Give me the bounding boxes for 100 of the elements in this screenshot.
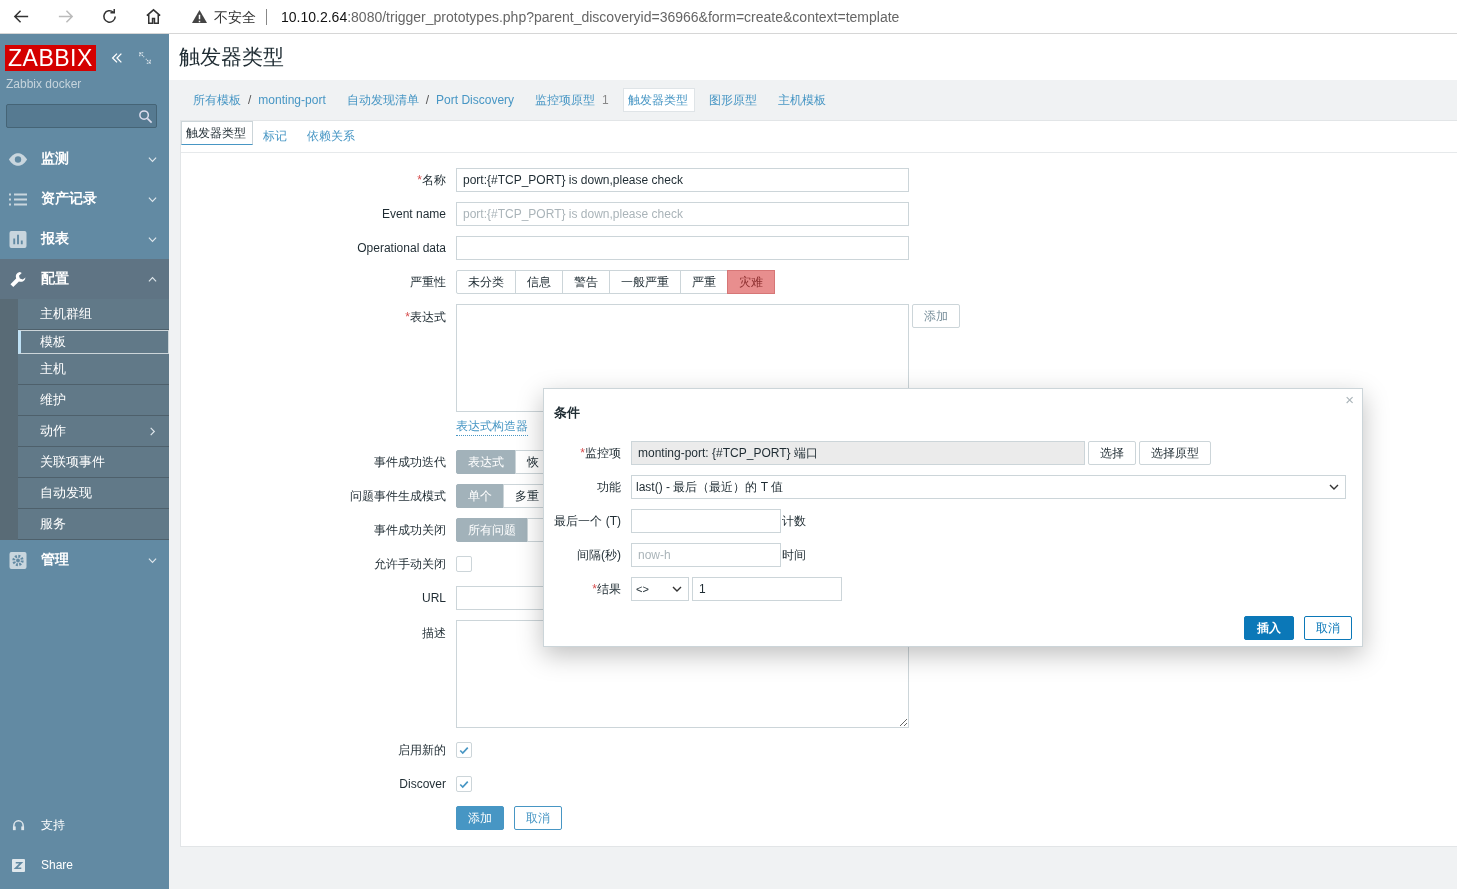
field-label: 事件成功关闭	[373, 521, 446, 539]
collapse-icon[interactable]	[109, 51, 124, 65]
security-label: 不安全	[214, 8, 267, 25]
field-label: *表达式	[404, 309, 446, 326]
server-name: Zabbix docker	[5, 76, 83, 91]
breadcrumb-link[interactable]: 图形原型	[708, 91, 757, 109]
search-icon[interactable]	[138, 108, 153, 124]
submenu-item[interactable]: 主机群组	[18, 299, 169, 330]
checkmark-icon	[459, 745, 469, 755]
field-label: 功能	[596, 478, 621, 496]
text-field[interactable]: now-h	[631, 543, 781, 567]
submenu-item[interactable]: 主机	[18, 354, 169, 385]
url-text: 10.10.2.64:8080/trigger_prototypes.php?parent_discoveryid=36966&form=create&context=template	[281, 8, 900, 25]
text-field[interactable]	[631, 509, 781, 533]
submenu-item[interactable]: 关联项事件	[18, 447, 169, 478]
tab[interactable]: 触发器类型	[181, 121, 253, 145]
function-dropdown[interactable]: last() - 最后（最近）的 T 值	[631, 475, 1346, 499]
address-bar[interactable]: 不安全 10.10.2.64:8080/trigger_prototypes.php?parent_discoveryid=36966&form=create&context=template	[191, 1, 1457, 32]
caret-icon	[1329, 484, 1339, 490]
expand-icon[interactable]	[137, 51, 152, 65]
segment-button[interactable]: 警告	[562, 270, 610, 294]
caret-icon	[672, 586, 682, 592]
text-field[interactable]: port:{#TCP_PORT} is down,please check	[456, 202, 909, 226]
select-button[interactable]: 选择	[1088, 441, 1136, 465]
dialog-button[interactable]: 取消	[1304, 616, 1352, 640]
submenu-item[interactable]: 维护	[18, 385, 169, 416]
breadcrumb-link[interactable]: 所有模板	[193, 91, 241, 109]
menu-item[interactable]: 资产记录	[0, 179, 169, 219]
z-square-icon	[12, 858, 25, 872]
segment-button[interactable]: 一般严重	[609, 270, 681, 294]
gear-icon	[8, 551, 28, 569]
breadcrumb-link[interactable]: 监控项原型	[535, 91, 596, 109]
breadcrumb-link[interactable]: 自动发现清单	[346, 91, 419, 109]
field-label: *监控项	[579, 444, 621, 462]
breadcrumb-link[interactable]: 主机模板	[777, 91, 826, 109]
unit-label: 计数	[782, 512, 806, 530]
expression-builder-link[interactable]: 表达式构造器	[456, 418, 528, 436]
tab[interactable]: 依赖关系	[297, 121, 365, 152]
menu-item[interactable]: 报表	[0, 219, 169, 259]
menu-item[interactable]: 管理	[0, 540, 169, 580]
chevron-down-icon	[148, 194, 157, 204]
field-label: Event name	[380, 207, 446, 221]
page-title: 触发器类型	[179, 44, 284, 70]
field-label: 事件成功迭代	[373, 453, 446, 471]
field-label: 描述	[421, 625, 446, 642]
breadcrumb-link[interactable]: 触发器类型	[627, 91, 688, 109]
field-label: 允许手动关闭	[373, 555, 446, 573]
tab[interactable]: 标记	[253, 121, 297, 152]
submenu-item[interactable]: 模板	[18, 330, 169, 354]
form-button[interactable]: 添加	[456, 806, 504, 830]
text-field[interactable]: port:{#TCP_PORT} is down,please check	[456, 168, 909, 192]
field-label: 最后一个 (T)	[553, 512, 621, 530]
unit-label: 时间	[782, 546, 806, 564]
field-label: URL	[421, 591, 446, 605]
breadcrumb-link[interactable]: Port Discovery	[436, 93, 515, 107]
segment-button[interactable]: 信息	[515, 270, 563, 294]
operator-dropdown[interactable]: <>	[631, 577, 689, 601]
wrench-icon	[8, 270, 28, 288]
chevron-down-icon	[148, 555, 157, 565]
item-field[interactable]: monting-port: {#TCP_PORT} 端口	[631, 441, 1085, 465]
menu-item[interactable]: 监测	[0, 139, 169, 179]
home-icon[interactable]	[144, 7, 163, 26]
segment-button[interactable]: 未分类	[456, 270, 516, 294]
bar-chart-icon	[8, 230, 28, 248]
field-label: Discover	[398, 777, 446, 791]
result-field[interactable]: 1	[692, 577, 842, 601]
logo[interactable]: ZABBIX	[5, 45, 96, 71]
breadcrumb-separator: /	[425, 93, 430, 107]
chevron-down-icon	[148, 234, 157, 244]
segment-button[interactable]: 严重	[680, 270, 728, 294]
footer-link[interactable]: Share	[0, 845, 169, 885]
chevron-right-icon	[148, 426, 157, 436]
form-button[interactable]: 取消	[514, 806, 562, 830]
submenu-item[interactable]: 自动发现	[18, 478, 169, 509]
headset-icon	[12, 818, 25, 832]
checkbox[interactable]	[456, 742, 472, 758]
footer-link[interactable]: 支持	[0, 805, 169, 845]
eye-icon	[8, 150, 28, 168]
count-label: 1	[602, 93, 609, 107]
submenu-item[interactable]: 动作	[18, 416, 169, 447]
field-label: 启用新的	[397, 741, 446, 759]
chevron-up-icon	[148, 274, 157, 284]
segment-button[interactable]: 灾难	[727, 270, 775, 294]
text-field[interactable]	[456, 236, 909, 260]
breadcrumb-separator: /	[248, 93, 252, 107]
menu-item[interactable]: 配置	[0, 259, 169, 299]
field-label: 间隔(秒)	[576, 546, 621, 564]
checkbox[interactable]	[456, 556, 472, 572]
field-label: Operational data	[356, 241, 446, 255]
field-label: *结果	[591, 580, 621, 598]
select-button[interactable]: 选择原型	[1139, 441, 1211, 465]
dialog-button[interactable]: 插入	[1244, 616, 1294, 640]
breadcrumb-link[interactable]: monting-port	[258, 93, 326, 107]
submenu-item[interactable]: 服务	[18, 509, 169, 540]
reload-icon[interactable]	[100, 7, 119, 26]
add-button[interactable]: 添加	[912, 304, 960, 328]
field-label: 问题事件生成模式	[349, 487, 446, 505]
search-field[interactable]	[6, 104, 157, 128]
warning-icon	[191, 9, 208, 24]
checkbox[interactable]	[456, 776, 472, 792]
